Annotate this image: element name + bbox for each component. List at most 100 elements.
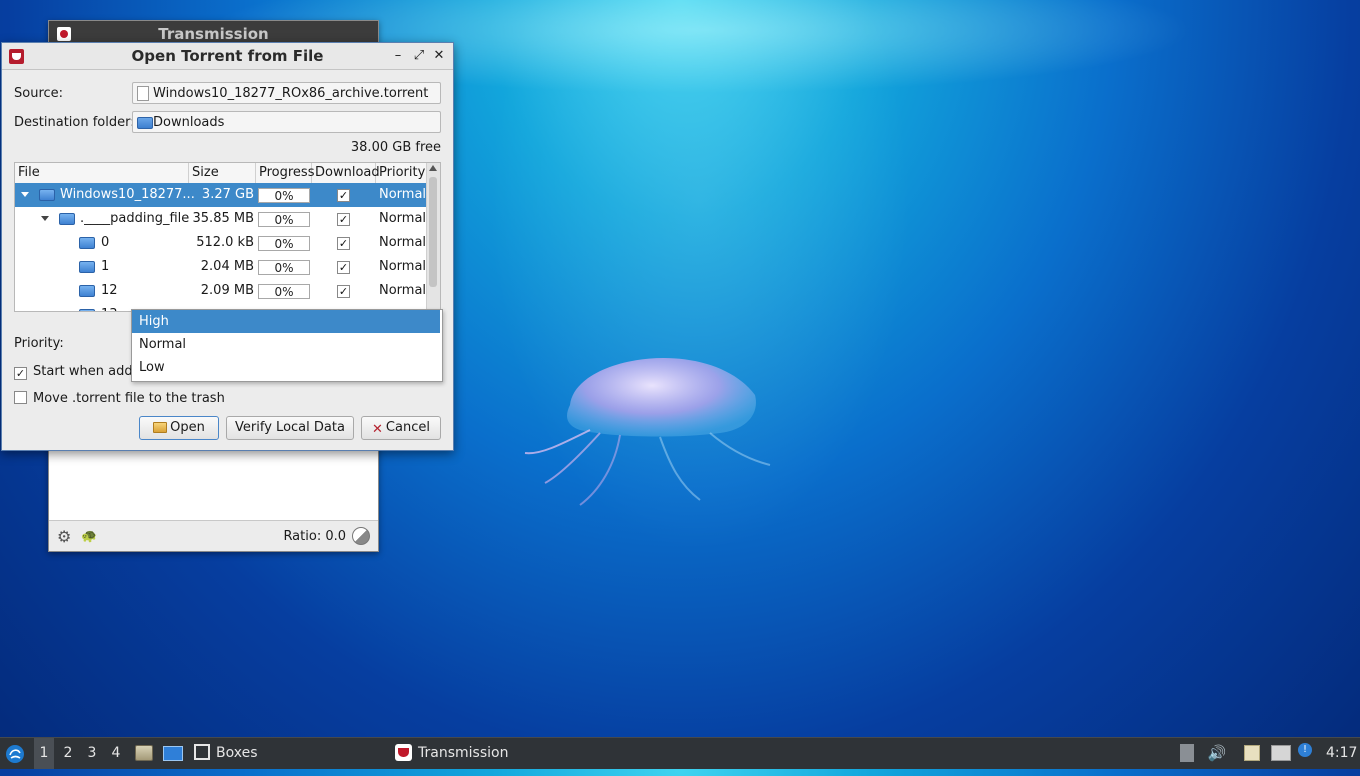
show-desktop-button[interactable]: [162, 738, 184, 769]
open-button[interactable]: Open: [139, 416, 219, 440]
jellyfish-wallpaper-image: [524, 357, 771, 506]
scrollbar-thumb[interactable]: [429, 177, 437, 287]
priority-option-normal[interactable]: Normal: [132, 333, 440, 356]
file-name: .____padding_file: [80, 211, 190, 226]
task-transmission[interactable]: Transmission: [395, 738, 595, 769]
file-size: 3.27 GB: [201, 187, 254, 202]
file-priority[interactable]: Normal: [379, 207, 426, 231]
dialog-title: Open Torrent from File: [131, 47, 324, 65]
workspace-1[interactable]: 1: [34, 738, 54, 769]
file-name: 13: [101, 303, 118, 311]
dialog-title-bar[interactable]: Open Torrent from File – ⤢ ✕: [2, 43, 453, 70]
file-name: Windows10_18277...: [60, 187, 195, 202]
network-icon[interactable]: [1271, 745, 1291, 761]
progress-bar: 0%: [258, 212, 310, 227]
tray-scroll-icon[interactable]: [1180, 744, 1194, 762]
workspace-2[interactable]: 2: [58, 738, 78, 769]
task-boxes[interactable]: Boxes: [194, 738, 374, 769]
maximize-icon[interactable]: ⤢: [410, 47, 428, 65]
priority-option-high[interactable]: High: [132, 310, 440, 333]
column-header-size[interactable]: Size: [189, 163, 256, 183]
document-icon: [137, 86, 149, 101]
priority-dropdown-menu[interactable]: High Normal Low: [131, 309, 443, 382]
column-header-priority[interactable]: Priority: [376, 163, 427, 183]
priority-option-low[interactable]: Low: [132, 356, 440, 379]
status-bar: ⚙ 🐢 Ratio: 0.0: [49, 520, 378, 551]
download-checkbox[interactable]: ✓: [337, 261, 350, 274]
volume-icon[interactable]: 🔊: [1207, 738, 1227, 769]
gear-icon[interactable]: ⚙: [57, 527, 71, 546]
close-icon[interactable]: ✕: [430, 47, 448, 65]
priority-label: Priority:: [14, 336, 64, 351]
file-tree-row[interactable]: .____padding_file 35.85 MB 0% ✓ Normal: [15, 207, 427, 231]
open-button-label: Open: [170, 420, 205, 435]
start-when-added-label: Start when adde: [33, 364, 141, 379]
column-header-progress[interactable]: Progress: [256, 163, 314, 183]
file-tree-row[interactable]: Windows10_18277... 3.27 GB 0% ✓ Normal: [15, 183, 427, 207]
file-priority[interactable]: Normal: [379, 279, 426, 303]
file-priority[interactable]: Normal: [379, 183, 426, 207]
file-tree-row[interactable]: 0 512.0 kB 0% ✓ Normal: [15, 231, 427, 255]
clock[interactable]: 4:17: [1326, 738, 1357, 769]
download-checkbox[interactable]: ✓: [337, 213, 350, 226]
free-space-label: 38.00 GB free: [350, 140, 441, 155]
transmission-window-title: Transmission: [158, 25, 269, 43]
folder-icon: [59, 213, 75, 225]
progress-bar: 0%: [258, 284, 310, 299]
task-boxes-label: Boxes: [216, 745, 258, 761]
source-file-chooser[interactable]: Windows10_18277_ROx86_archive.torrent: [132, 82, 441, 104]
task-transmission-label: Transmission: [418, 745, 509, 761]
start-when-added-checkbox[interactable]: ✓ Start when adde: [14, 363, 141, 381]
notification-icon[interactable]: !: [1298, 743, 1312, 757]
workspace-3[interactable]: 3: [82, 738, 102, 769]
verify-local-data-button[interactable]: Verify Local Data: [226, 416, 354, 440]
expander-icon[interactable]: [21, 192, 29, 197]
minimize-icon[interactable]: –: [389, 47, 407, 65]
app-menu-button[interactable]: [5, 738, 25, 769]
folder-icon: [79, 285, 95, 297]
folder-icon: [39, 189, 55, 201]
workspace-4[interactable]: 4: [106, 738, 126, 769]
cancel-x-icon: ✕: [372, 422, 383, 437]
file-tree-row[interactable]: 1 2.04 MB 0% ✓ Normal: [15, 255, 427, 279]
progress-bar: 0%: [258, 188, 310, 203]
file-size: 2.09 MB: [200, 283, 254, 298]
file-priority[interactable]: Normal: [379, 255, 426, 279]
destination-value: Downloads: [153, 115, 225, 130]
file-tree[interactable]: File Size Progress Download Priority Win…: [14, 162, 441, 312]
ratio-icon[interactable]: [352, 527, 370, 545]
file-tree-scrollbar[interactable]: [426, 163, 440, 311]
download-checkbox[interactable]: ✓: [337, 285, 350, 298]
column-header-file[interactable]: File: [15, 163, 189, 183]
move-to-trash-label: Move .torrent file to the trash: [33, 391, 225, 406]
cancel-button-label: Cancel: [385, 420, 430, 435]
transmission-app-icon: [395, 744, 412, 761]
expander-icon[interactable]: [41, 216, 49, 221]
download-checkbox[interactable]: ✓: [337, 189, 350, 202]
turtle-icon[interactable]: 🐢: [81, 529, 97, 544]
source-label: Source:: [14, 86, 64, 101]
folder-icon: [137, 117, 153, 129]
download-checkbox[interactable]: ✓: [337, 237, 350, 250]
file-manager-launcher[interactable]: [134, 738, 154, 769]
file-tree-header: File Size Progress Download Priority: [15, 163, 427, 184]
progress-bar: 0%: [258, 236, 310, 251]
folder-icon: [79, 309, 95, 311]
file-priority[interactable]: Normal: [379, 231, 426, 255]
desktop-icon: [163, 746, 183, 761]
move-to-trash-checkbox[interactable]: Move .torrent file to the trash: [14, 390, 225, 408]
verify-button-label: Verify Local Data: [235, 420, 345, 435]
folder-icon: [79, 237, 95, 249]
scroll-up-icon[interactable]: [429, 165, 437, 171]
start-when-added-check[interactable]: ✓: [14, 367, 27, 380]
move-to-trash-check[interactable]: [14, 391, 27, 404]
taskbar: 1 2 3 4 Boxes Transmission 🔊 ! 4:17: [0, 737, 1360, 769]
destination-label: Destination folder:: [14, 115, 135, 130]
clipboard-icon[interactable]: [1244, 745, 1260, 761]
destination-folder-chooser[interactable]: Downloads: [132, 111, 441, 133]
file-name: 0: [101, 235, 110, 250]
source-value: Windows10_18277_ROx86_archive.torrent: [153, 86, 429, 101]
column-header-download[interactable]: Download: [312, 163, 380, 183]
file-tree-row[interactable]: 12 2.09 MB 0% ✓ Normal: [15, 279, 427, 303]
cancel-button[interactable]: ✕ Cancel: [361, 416, 441, 440]
